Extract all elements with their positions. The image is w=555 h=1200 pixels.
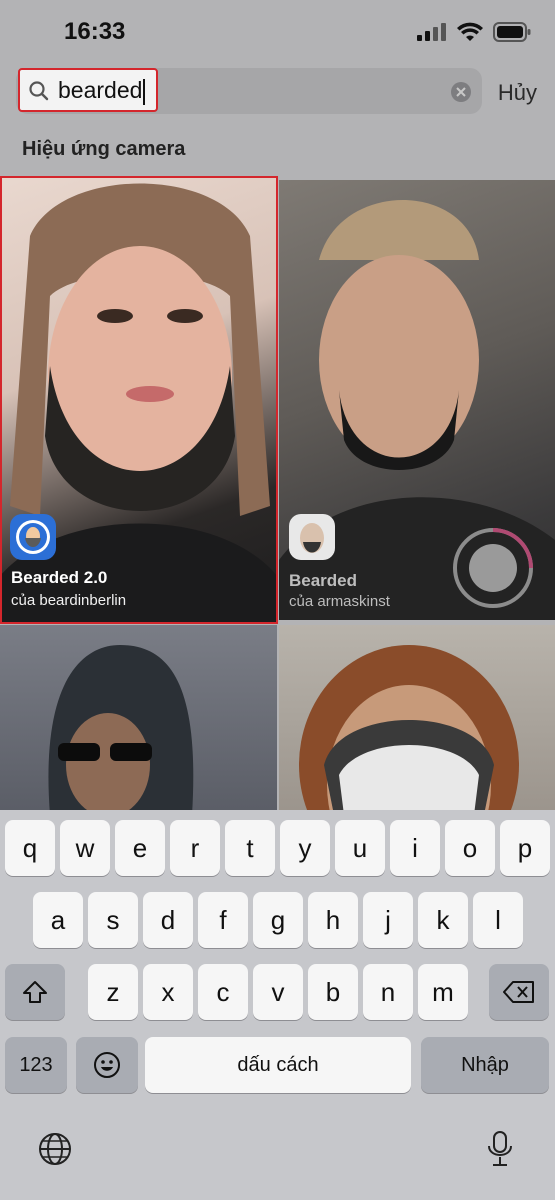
key-c[interactable]: c bbox=[198, 964, 248, 1020]
key-k[interactable]: k bbox=[418, 892, 468, 948]
key-w[interactable]: w bbox=[60, 820, 110, 876]
return-key[interactable]: Nhập bbox=[421, 1037, 549, 1093]
emoji-icon bbox=[94, 1052, 120, 1078]
backspace-icon bbox=[503, 981, 534, 1003]
shift-icon bbox=[23, 981, 47, 1003]
keyboard: q w e r t y u i o p a s d f g h j k l z … bbox=[0, 810, 555, 1200]
section-title: Hiệu ứng camera bbox=[22, 138, 186, 160]
key-o[interactable]: o bbox=[445, 820, 495, 876]
wifi-icon bbox=[457, 22, 483, 41]
cancel-button[interactable]: Hủy bbox=[498, 80, 537, 106]
search-icon bbox=[29, 81, 49, 101]
key-h[interactable]: h bbox=[308, 892, 358, 948]
key-r[interactable]: r bbox=[170, 820, 220, 876]
key-t[interactable]: t bbox=[225, 820, 275, 876]
key-v[interactable]: v bbox=[253, 964, 303, 1020]
key-a[interactable]: a bbox=[33, 892, 83, 948]
key-l[interactable]: l bbox=[473, 892, 523, 948]
effect-icon-bearded bbox=[289, 514, 335, 560]
clear-text-icon[interactable] bbox=[450, 81, 472, 103]
status-time: 16:33 bbox=[64, 18, 126, 45]
search-query-text: bearded bbox=[58, 77, 146, 105]
search-row: bearded Hủy bbox=[0, 66, 555, 118]
key-p[interactable]: p bbox=[500, 820, 550, 876]
key-n[interactable]: n bbox=[363, 964, 413, 1020]
space-key[interactable]: dấu cách bbox=[145, 1037, 411, 1093]
microphone-icon[interactable] bbox=[486, 1130, 514, 1168]
cellular-signal-icon bbox=[417, 23, 446, 41]
effect-author: của armaskinst bbox=[289, 593, 390, 610]
search-input[interactable]: bearded bbox=[16, 68, 482, 114]
effect-preview-image bbox=[48, 645, 194, 815]
status-icons bbox=[417, 22, 531, 42]
numbers-key[interactable]: 123 bbox=[5, 1037, 67, 1093]
effect-tile-4[interactable] bbox=[279, 625, 555, 815]
key-z[interactable]: z bbox=[88, 964, 138, 1020]
capture-button-icon[interactable] bbox=[451, 526, 535, 610]
key-j[interactable]: j bbox=[363, 892, 413, 948]
key-m[interactable]: m bbox=[418, 964, 468, 1020]
key-d[interactable]: d bbox=[143, 892, 193, 948]
effect-name: Bearded bbox=[289, 571, 358, 590]
emoji-key[interactable] bbox=[76, 1037, 138, 1093]
battery-icon bbox=[493, 22, 531, 42]
key-e[interactable]: e bbox=[115, 820, 165, 876]
effect-tile-3[interactable] bbox=[0, 625, 277, 815]
key-q[interactable]: q bbox=[5, 820, 55, 876]
key-x[interactable]: x bbox=[143, 964, 193, 1020]
text-caret bbox=[143, 78, 146, 105]
key-u[interactable]: u bbox=[335, 820, 385, 876]
globe-icon[interactable] bbox=[38, 1132, 72, 1166]
delete-key[interactable] bbox=[489, 964, 549, 1020]
status-bar: 16:33 bbox=[0, 0, 555, 62]
key-s[interactable]: s bbox=[88, 892, 138, 948]
effect-tile-bearded[interactable]: Bearded của armaskinst bbox=[279, 180, 555, 620]
effect-preview-image bbox=[299, 645, 519, 815]
shift-key[interactable] bbox=[5, 964, 65, 1020]
selected-tile-highlight bbox=[0, 176, 278, 624]
key-y[interactable]: y bbox=[280, 820, 330, 876]
key-i[interactable]: i bbox=[390, 820, 440, 876]
key-b[interactable]: b bbox=[308, 964, 358, 1020]
key-g[interactable]: g bbox=[253, 892, 303, 948]
key-f[interactable]: f bbox=[198, 892, 248, 948]
